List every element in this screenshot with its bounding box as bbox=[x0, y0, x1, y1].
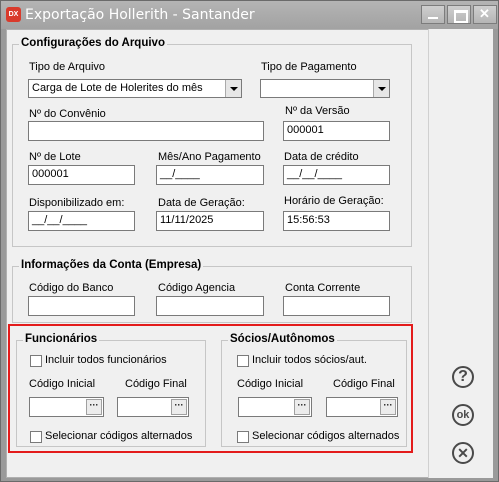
chevron-down-icon[interactable] bbox=[373, 80, 389, 97]
chevron-down-icon[interactable] bbox=[225, 80, 241, 97]
data-geracao-label: Data de Geração: bbox=[158, 197, 245, 209]
tipo-arquivo-value: Carga de Lote de Holerites do mês bbox=[32, 82, 203, 94]
versao-label: Nº da Versão bbox=[285, 105, 350, 117]
codigo-banco-label: Código do Banco bbox=[29, 282, 114, 294]
incluir-socios-label: Incluir todos sócios/aut. bbox=[252, 354, 367, 366]
data-credito-label: Data de crédito bbox=[284, 151, 359, 163]
incluir-funcionarios-checkbox[interactable] bbox=[30, 355, 42, 367]
incluir-funcionarios-label: Incluir todos funcionários bbox=[45, 354, 167, 366]
socios-alternados-label: Selecionar códigos alternados bbox=[252, 430, 400, 442]
ok-icon: ok bbox=[456, 409, 470, 421]
tipo-pagamento-select[interactable] bbox=[260, 79, 390, 98]
codigo-agencia-input[interactable] bbox=[156, 296, 264, 316]
tipo-arquivo-select[interactable]: Carga de Lote de Holerites do mês bbox=[28, 79, 242, 98]
versao-input[interactable]: 000001 bbox=[283, 121, 390, 141]
group-funcionarios-title: Funcionários bbox=[23, 333, 100, 345]
lote-label: Nº de Lote bbox=[29, 151, 81, 163]
func-codigo-inicial-label: Código Inicial bbox=[29, 378, 96, 390]
cancel-icon: ✕ bbox=[457, 445, 469, 461]
func-codigo-inicial-input[interactable]: ··· bbox=[29, 397, 104, 417]
socios-codigo-final-label: Código Final bbox=[333, 378, 395, 390]
disponibilizado-input[interactable]: __/__/____ bbox=[28, 211, 135, 231]
ok-button[interactable]: ok bbox=[452, 404, 474, 426]
ellipsis-icon[interactable]: ··· bbox=[380, 399, 396, 415]
incluir-socios-checkbox[interactable] bbox=[237, 355, 249, 367]
ellipsis-icon[interactable]: ··· bbox=[86, 399, 102, 415]
ellipsis-icon[interactable]: ··· bbox=[171, 399, 187, 415]
convenio-input[interactable] bbox=[28, 121, 264, 141]
app-window: DX Exportação Hollerith - Santander ✕ Co… bbox=[0, 0, 499, 482]
cancel-button[interactable]: ✕ bbox=[452, 442, 474, 464]
lote-input[interactable]: 000001 bbox=[28, 165, 135, 185]
ellipsis-icon[interactable]: ··· bbox=[294, 399, 310, 415]
group-conta-title: Informações da Conta (Empresa) bbox=[19, 259, 204, 271]
socios-codigo-final-input[interactable]: ··· bbox=[326, 397, 398, 417]
codigo-agencia-label: Código Agencia bbox=[158, 282, 236, 294]
group-config-title: Configurações do Arquivo bbox=[19, 37, 167, 49]
app-logo-icon: DX bbox=[6, 7, 21, 22]
conta-corrente-input[interactable] bbox=[283, 296, 390, 316]
disponibilizado-label: Disponibilizado em: bbox=[29, 197, 125, 209]
close-icon: ✕ bbox=[479, 6, 490, 21]
func-alternados-checkbox[interactable] bbox=[30, 431, 42, 443]
maximize-button[interactable] bbox=[447, 5, 471, 24]
window-title: Exportação Hollerith - Santander bbox=[25, 7, 255, 23]
func-codigo-final-input[interactable]: ··· bbox=[117, 397, 189, 417]
tipo-arquivo-label: Tipo de Arquivo bbox=[29, 61, 106, 73]
help-icon: ? bbox=[458, 368, 468, 385]
group-socios-title: Sócios/Autônomos bbox=[228, 333, 337, 345]
data-geracao-input[interactable]: 11/11/2025 bbox=[156, 211, 264, 231]
horario-geracao-label: Horário de Geração: bbox=[284, 195, 384, 207]
mes-ano-label: Mês/Ano Pagamento bbox=[158, 151, 261, 163]
func-codigo-final-label: Código Final bbox=[125, 378, 187, 390]
func-alternados-label: Selecionar códigos alternados bbox=[45, 430, 193, 442]
mes-ano-input[interactable]: __/____ bbox=[156, 165, 264, 185]
socios-codigo-inicial-input[interactable]: ··· bbox=[238, 397, 312, 417]
codigo-banco-input[interactable] bbox=[28, 296, 135, 316]
socios-codigo-inicial-label: Código Inicial bbox=[237, 378, 304, 390]
socios-alternados-checkbox[interactable] bbox=[237, 431, 249, 443]
data-credito-input[interactable]: __/__/____ bbox=[283, 165, 390, 185]
title-bar[interactable]: DX Exportação Hollerith - Santander ✕ bbox=[1, 1, 498, 29]
conta-corrente-label: Conta Corrente bbox=[285, 282, 361, 294]
convenio-label: Nº do Convênio bbox=[29, 108, 106, 120]
help-button[interactable]: ? bbox=[452, 366, 474, 388]
horario-geracao-input[interactable]: 15:56:53 bbox=[283, 211, 390, 231]
tipo-pagamento-label: Tipo de Pagamento bbox=[261, 61, 357, 73]
close-button[interactable]: ✕ bbox=[473, 5, 497, 24]
minimize-button[interactable] bbox=[421, 5, 445, 24]
